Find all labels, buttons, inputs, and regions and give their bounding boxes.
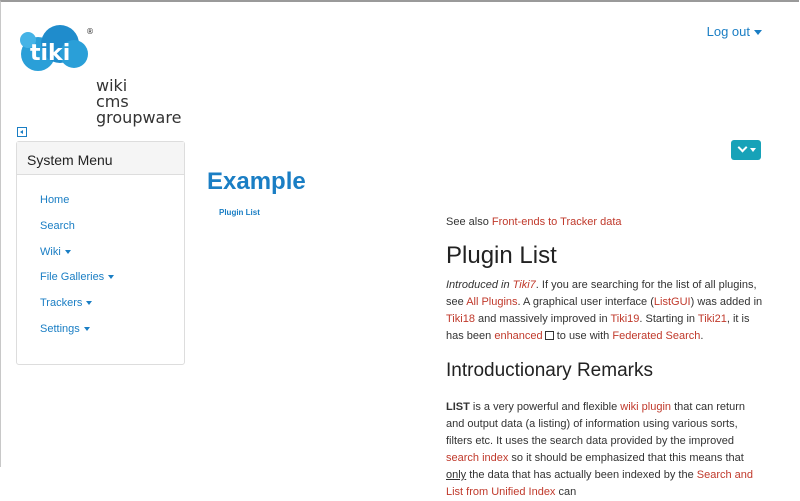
link-tiki18[interactable]: Tiki18 <box>446 313 475 325</box>
logout-label: Log out <box>706 24 750 39</box>
link-tiki21[interactable]: Tiki21 <box>698 313 727 325</box>
intro-text-5: . Starting in <box>639 313 698 325</box>
system-menu-list: Home Search Wiki File Galleries Trackers… <box>17 175 184 347</box>
intro-text-8: . <box>700 330 704 342</box>
link-tiki7[interactable]: Tiki7 <box>513 279 536 291</box>
link-search-index[interactable]: search index <box>446 452 508 464</box>
chevron-down-icon <box>737 142 748 153</box>
sidebar-item-label: Wiki <box>40 245 61 258</box>
caret-down-icon <box>108 275 115 280</box>
list-text-1: is a very powerful and flexible <box>469 401 621 413</box>
link-wiki-plugin[interactable]: wiki plugin <box>620 401 671 413</box>
caret-down-icon <box>86 301 93 306</box>
list-text-4: the data that has actually been indexed … <box>466 469 697 481</box>
link-front-ends-tracker[interactable]: Front-ends to Tracker data <box>492 216 622 228</box>
system-menu-panel: System Menu Home Search Wiki File Galler… <box>16 141 185 365</box>
intro-paragraph: Introduced in Tiki7. If you are searchin… <box>446 277 766 345</box>
link-tiki7-text: Tiki7 <box>512 279 536 291</box>
tiki-logo[interactable]: tiki ® wiki cms groupware <box>14 20 184 126</box>
system-menu-title: System Menu <box>17 142 184 175</box>
link-tiki19[interactable]: Tiki19 <box>610 313 639 325</box>
link-listgui[interactable]: ListGUI <box>654 296 691 308</box>
sidebar-item-label: Home <box>40 194 70 206</box>
list-paragraph: LIST is a very powerful and flexible wik… <box>446 399 766 501</box>
sidebar-item-settings[interactable]: Settings <box>40 321 184 347</box>
sidebar-item-trackers[interactable]: Trackers <box>40 295 184 321</box>
link-all-plugins[interactable]: All Plugins <box>466 296 517 308</box>
link-federated-search[interactable]: Federated Search <box>612 330 700 342</box>
collapse-left-icon[interactable] <box>17 127 27 137</box>
external-link-icon <box>544 331 554 340</box>
intro-text-7: to use with <box>553 330 613 342</box>
intro-text-2: . A graphical user interface ( <box>517 296 654 308</box>
sidebar-item-label: Trackers <box>40 297 83 310</box>
list-text-5: can <box>555 486 577 498</box>
sidebar-item-file-galleries[interactable]: File Galleries <box>40 269 184 295</box>
tiki-logo-mark: tiki ® <box>20 25 94 71</box>
caret-down-icon <box>754 30 762 36</box>
see-also-prefix: See also <box>446 216 492 228</box>
list-text-3: so it should be emphasized that this mea… <box>508 452 744 464</box>
intro-text-4: and massively improved in <box>474 313 611 325</box>
toc-link-plugin-list[interactable]: Plugin List <box>219 208 260 217</box>
heading-plugin-list: Plugin List <box>446 242 557 269</box>
wiki-content: See also Front-ends to Tracker data Plug… <box>446 214 766 501</box>
heading-introductionary-remarks: Introductionary Remarks <box>446 360 653 381</box>
logout-dropdown[interactable]: Log out <box>707 24 762 39</box>
page-title: Example <box>207 168 306 195</box>
logo-word-groupware: groupware <box>96 108 182 127</box>
see-also-line: See also Front-ends to Tracker data <box>446 214 766 231</box>
caret-down-icon <box>83 327 90 332</box>
sidebar-item-label: File Galleries <box>40 271 105 284</box>
sidebar-item-label: Settings <box>40 322 80 335</box>
link-enhanced[interactable]: enhanced <box>494 330 542 342</box>
sidebar-item-home[interactable]: Home <box>40 192 184 218</box>
list-only: only <box>446 469 467 481</box>
sidebar-item-wiki[interactable]: Wiki <box>40 244 184 270</box>
page-actions-button[interactable] <box>731 140 761 160</box>
intro-introduced: Introduced in <box>446 279 513 291</box>
svg-text:®: ® <box>86 27 94 36</box>
sidebar-item-label: Search <box>40 219 75 232</box>
sidebar-item-search[interactable]: Search <box>40 218 184 244</box>
caret-down-icon <box>64 249 71 254</box>
svg-text:tiki: tiki <box>30 41 70 66</box>
list-bold: LIST <box>446 401 470 413</box>
caret-down-icon <box>750 148 756 152</box>
intro-text-3: ) was added in <box>690 296 763 308</box>
logo-wordmark: wiki cms groupware <box>96 78 181 126</box>
